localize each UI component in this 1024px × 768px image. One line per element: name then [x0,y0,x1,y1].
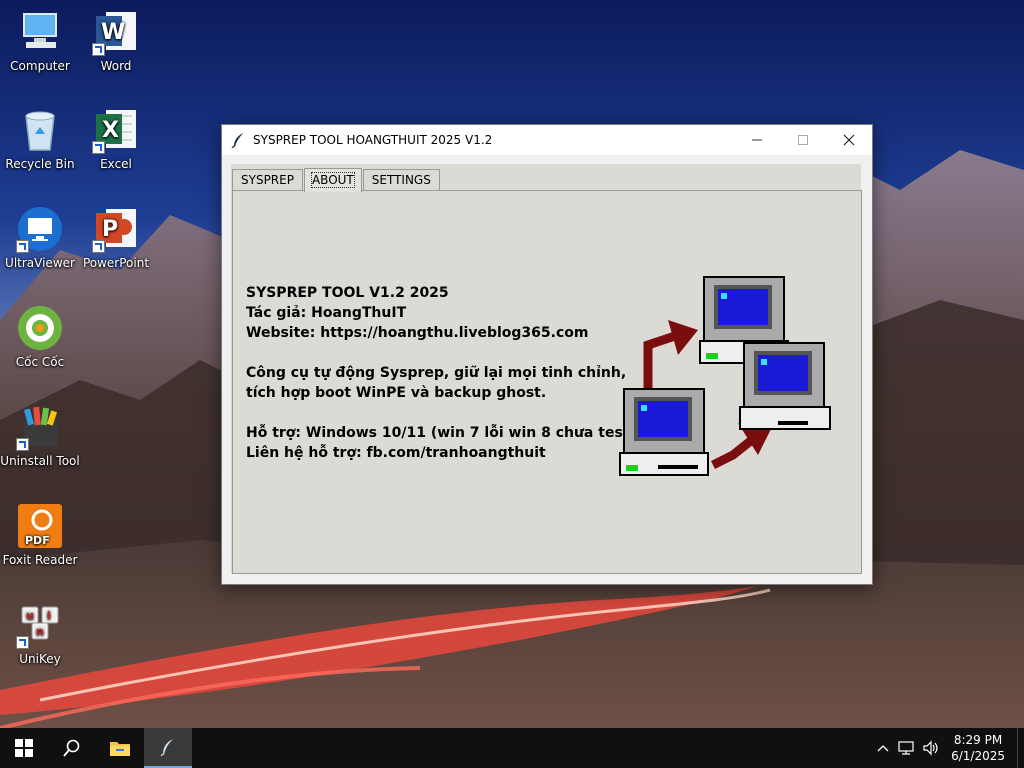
word-icon: W [92,8,140,56]
system-tray: 8:29 PM 6/1/2025 [871,728,1024,768]
close-button[interactable] [826,125,872,155]
desktop-icon-label: UltraViewer [5,256,75,270]
coccoc-icon [16,304,64,352]
start-button[interactable] [0,728,48,768]
desktop-icon-uninstall-tool[interactable]: Uninstall Tool [0,403,80,468]
window-client-area: SYSPREP ABOUT SETTINGS SYSPREP TOOL V1.2… [222,155,872,584]
network-button[interactable] [895,728,919,768]
tab-label: ABOUT [310,172,355,188]
chevron-up-icon [877,745,889,752]
about-panel: SYSPREP TOOL V1.2 2025 Tác giả: HoangThu… [232,190,862,574]
close-icon [843,134,855,146]
tab-sysprep[interactable]: SYSPREP [232,169,303,191]
recycle-bin-icon [16,106,64,154]
desktop-icon-label: Foxit Reader [2,553,78,567]
maximize-icon [798,135,808,145]
search-button[interactable] [48,728,96,768]
minimize-button[interactable] [734,125,780,155]
desktop-icon-excel[interactable]: X Excel [76,106,156,171]
volume-button[interactable] [919,728,943,768]
clock-date: 6/1/2025 [951,749,1005,763]
tab-about[interactable]: ABOUT [303,168,362,192]
maximize-button[interactable] [780,125,826,155]
about-heading: SYSPREP TOOL V1.2 2025 [246,285,449,301]
svg-text:n: n [36,625,44,638]
windows-logo-icon [15,739,33,757]
desktop-icon-unikey[interactable]: uin UniKey [0,601,80,666]
svg-text:W: W [101,20,125,45]
network-computers-icon [619,276,831,476]
shortcut-arrow-icon [92,141,105,154]
desktop-icon-label: Uninstall Tool [0,454,80,468]
desktop-icon-label: Cốc Cốc [15,355,65,369]
sysprep-tool-window: SYSPREP TOOL HOANGTHUIT 2025 V1.2 SYSPRE… [221,124,873,585]
taskbar: 8:29 PM 6/1/2025 [0,728,1024,768]
svg-text:u: u [26,609,34,622]
tab-label: SYSPREP [241,173,294,187]
svg-text:X: X [102,118,119,143]
tab-settings[interactable]: SETTINGS [362,169,440,191]
clock-time: 8:29 PM [953,733,1003,747]
show-hidden-icons-button[interactable] [871,728,895,768]
minimize-icon [752,139,762,141]
computer-icon [16,8,64,56]
desktop-icon-label: Computer [10,59,70,73]
shortcut-arrow-icon [16,240,29,253]
desktop-icon-label: Excel [100,157,132,171]
svg-text:P: P [102,217,118,242]
about-text: SYSPREP TOOL V1.2 2025 Tác giả: HoangThu… [246,283,636,463]
desktop-icon-label: PowerPoint [82,256,150,270]
powerpoint-icon: P [92,205,140,253]
search-icon [63,739,80,757]
feather-icon [160,739,173,756]
file-explorer-button[interactable] [96,728,144,768]
desktop-icon-coccoc[interactable]: Cốc Cốc [0,304,80,369]
desktop-icon-powerpoint[interactable]: P PowerPoint [76,205,156,270]
desktop-icon-ultraviewer[interactable]: UltraViewer [0,205,80,270]
about-website: Website: https://hoangthu.liveblog365.co… [246,325,589,341]
speaker-icon [923,740,938,756]
about-author: Tác giả: HoangThuIT [246,305,407,321]
title-bar[interactable]: SYSPREP TOOL HOANGTHUIT 2025 V1.2 [222,125,872,155]
folder-icon [110,742,130,756]
about-contact: Liên hệ hỗ trợ: fb.com/tranhoangthuit [246,445,546,461]
about-support-os: Hỗ trợ: Windows 10/11 (win 7 lỗi win 8 c… [246,425,636,441]
foxit-reader-icon: PDF [16,502,64,550]
tab-label: SETTINGS [371,173,431,187]
desktop-icon-computer[interactable]: Computer [0,8,80,73]
desktop-icon-label: Recycle Bin [5,157,75,171]
sysprep-tool-taskbar-button[interactable] [144,728,192,768]
computer-left [619,388,709,476]
ultraviewer-icon [16,205,64,253]
svg-text:PDF: PDF [25,534,50,547]
network-icon [898,741,914,755]
feather-icon [231,132,247,149]
tab-bar: SYSPREP ABOUT SETTINGS [232,167,441,192]
unikey-icon: uin [16,601,64,649]
shortcut-arrow-icon [16,438,29,451]
about-description-1: Công cụ tự động Sysprep, giữ lại mọi tin… [246,365,627,381]
about-description-2: tích hợp boot WinPE và backup ghost. [246,385,547,401]
clock[interactable]: 8:29 PM 6/1/2025 [943,732,1017,764]
shortcut-arrow-icon [92,240,105,253]
desktop-icon-recycle-bin[interactable]: Recycle Bin [0,106,80,171]
desktop-icon-label: UniKey [19,652,61,666]
desktop-icon-foxit-reader[interactable]: PDF Foxit Reader [0,502,80,567]
computer-right [739,342,831,430]
uninstall-tool-icon [16,403,64,451]
window-title: SYSPREP TOOL HOANGTHUIT 2025 V1.2 [253,133,493,147]
excel-icon: X [92,106,140,154]
desktop-icon-word[interactable]: W Word [76,8,156,73]
shortcut-arrow-icon [92,43,105,56]
svg-text:i: i [47,609,51,622]
show-desktop-button[interactable] [1017,728,1024,768]
desktop-icon-label: Word [100,59,132,73]
shortcut-arrow-icon [16,636,29,649]
